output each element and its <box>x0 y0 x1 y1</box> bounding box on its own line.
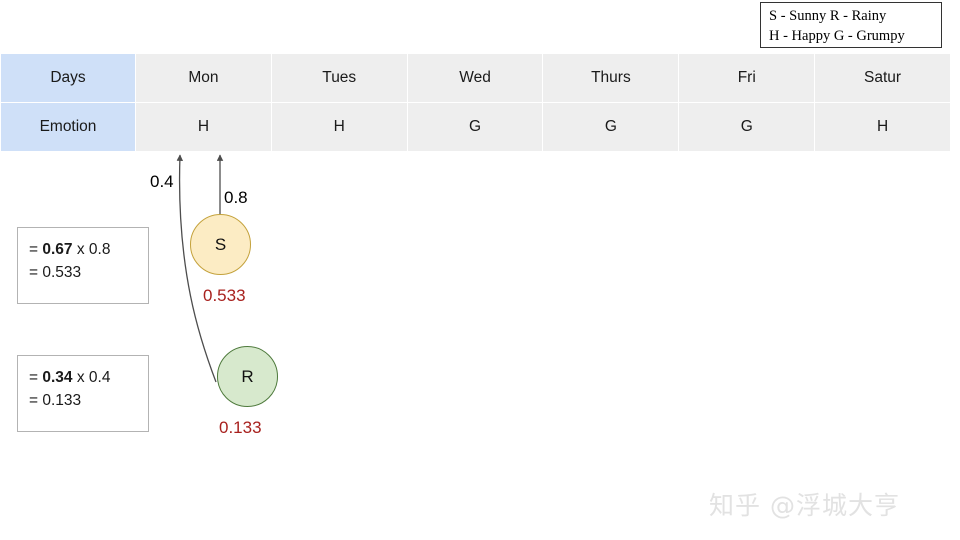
probability-value-sunny: 0.533 <box>203 286 246 305</box>
day-cell-mon: Mon <box>136 54 271 102</box>
day-cell-tues: Tues <box>271 54 407 102</box>
table-row-days: Days Mon Tues Wed Thurs Fri Satur <box>1 54 950 102</box>
watermark: 知乎 @浮城大亨 <box>709 491 900 520</box>
node-rainy-label: R <box>241 366 254 386</box>
edge-weight-04: 0.4 <box>150 172 174 191</box>
calc-suffix-sunny: x 0.8 <box>72 241 111 258</box>
day-cell-satur: Satur <box>815 54 950 102</box>
legend-line-weather: S - Sunny R - Rainy <box>769 8 887 24</box>
calc-prefix-rainy: = <box>29 369 43 386</box>
weather-emotion-table: Days Mon Tues Wed Thurs Fri Satur Emotio… <box>0 53 951 152</box>
calculation-line-2-sunny: = 0.533 <box>29 264 82 281</box>
day-cell-wed: Wed <box>407 54 543 102</box>
calc-suffix-rainy: x 0.4 <box>72 369 111 386</box>
calc-prefix-sunny: = <box>29 241 43 258</box>
calculation-box-sunny: = 0.67 x 0.8 = 0.533 <box>17 227 149 304</box>
edge-weight-08: 0.8 <box>224 188 248 207</box>
table-row-emotion: Emotion H H G G G H <box>1 103 950 151</box>
emotion-cell-thurs: G <box>543 103 679 151</box>
row-header-days: Days <box>1 54 135 102</box>
probability-value-rainy: 0.133 <box>219 418 262 437</box>
emotion-cell-fri: G <box>679 103 815 151</box>
calculation-line-1-rainy: = 0.34 x 0.4 <box>29 366 148 389</box>
legend-line-emotion: H - Happy G - Grumpy <box>769 28 905 44</box>
node-sunny-label: S <box>214 234 227 254</box>
row-header-emotion: Emotion <box>1 103 135 151</box>
calc-bold-sunny: 0.67 <box>42 241 73 258</box>
emotion-cell-wed: G <box>407 103 543 151</box>
calculation-line-2-rainy: = 0.133 <box>29 392 82 409</box>
node-rainy[interactable]: R <box>217 346 278 407</box>
emotion-cell-mon: H <box>136 103 271 151</box>
day-cell-thurs: Thurs <box>543 54 679 102</box>
calc-bold-rainy: 0.34 <box>42 369 73 386</box>
emotion-cell-satur: H <box>815 103 950 151</box>
emotion-cell-tues: H <box>271 103 407 151</box>
node-sunny[interactable]: S <box>190 214 251 275</box>
day-cell-fri: Fri <box>679 54 815 102</box>
calculation-box-rainy: = 0.34 x 0.4 = 0.133 <box>17 355 149 432</box>
calculation-line-1-sunny: = 0.67 x 0.8 <box>29 238 148 261</box>
legend-box: S - Sunny R - Rainy H - Happy G - Grumpy <box>760 2 942 48</box>
